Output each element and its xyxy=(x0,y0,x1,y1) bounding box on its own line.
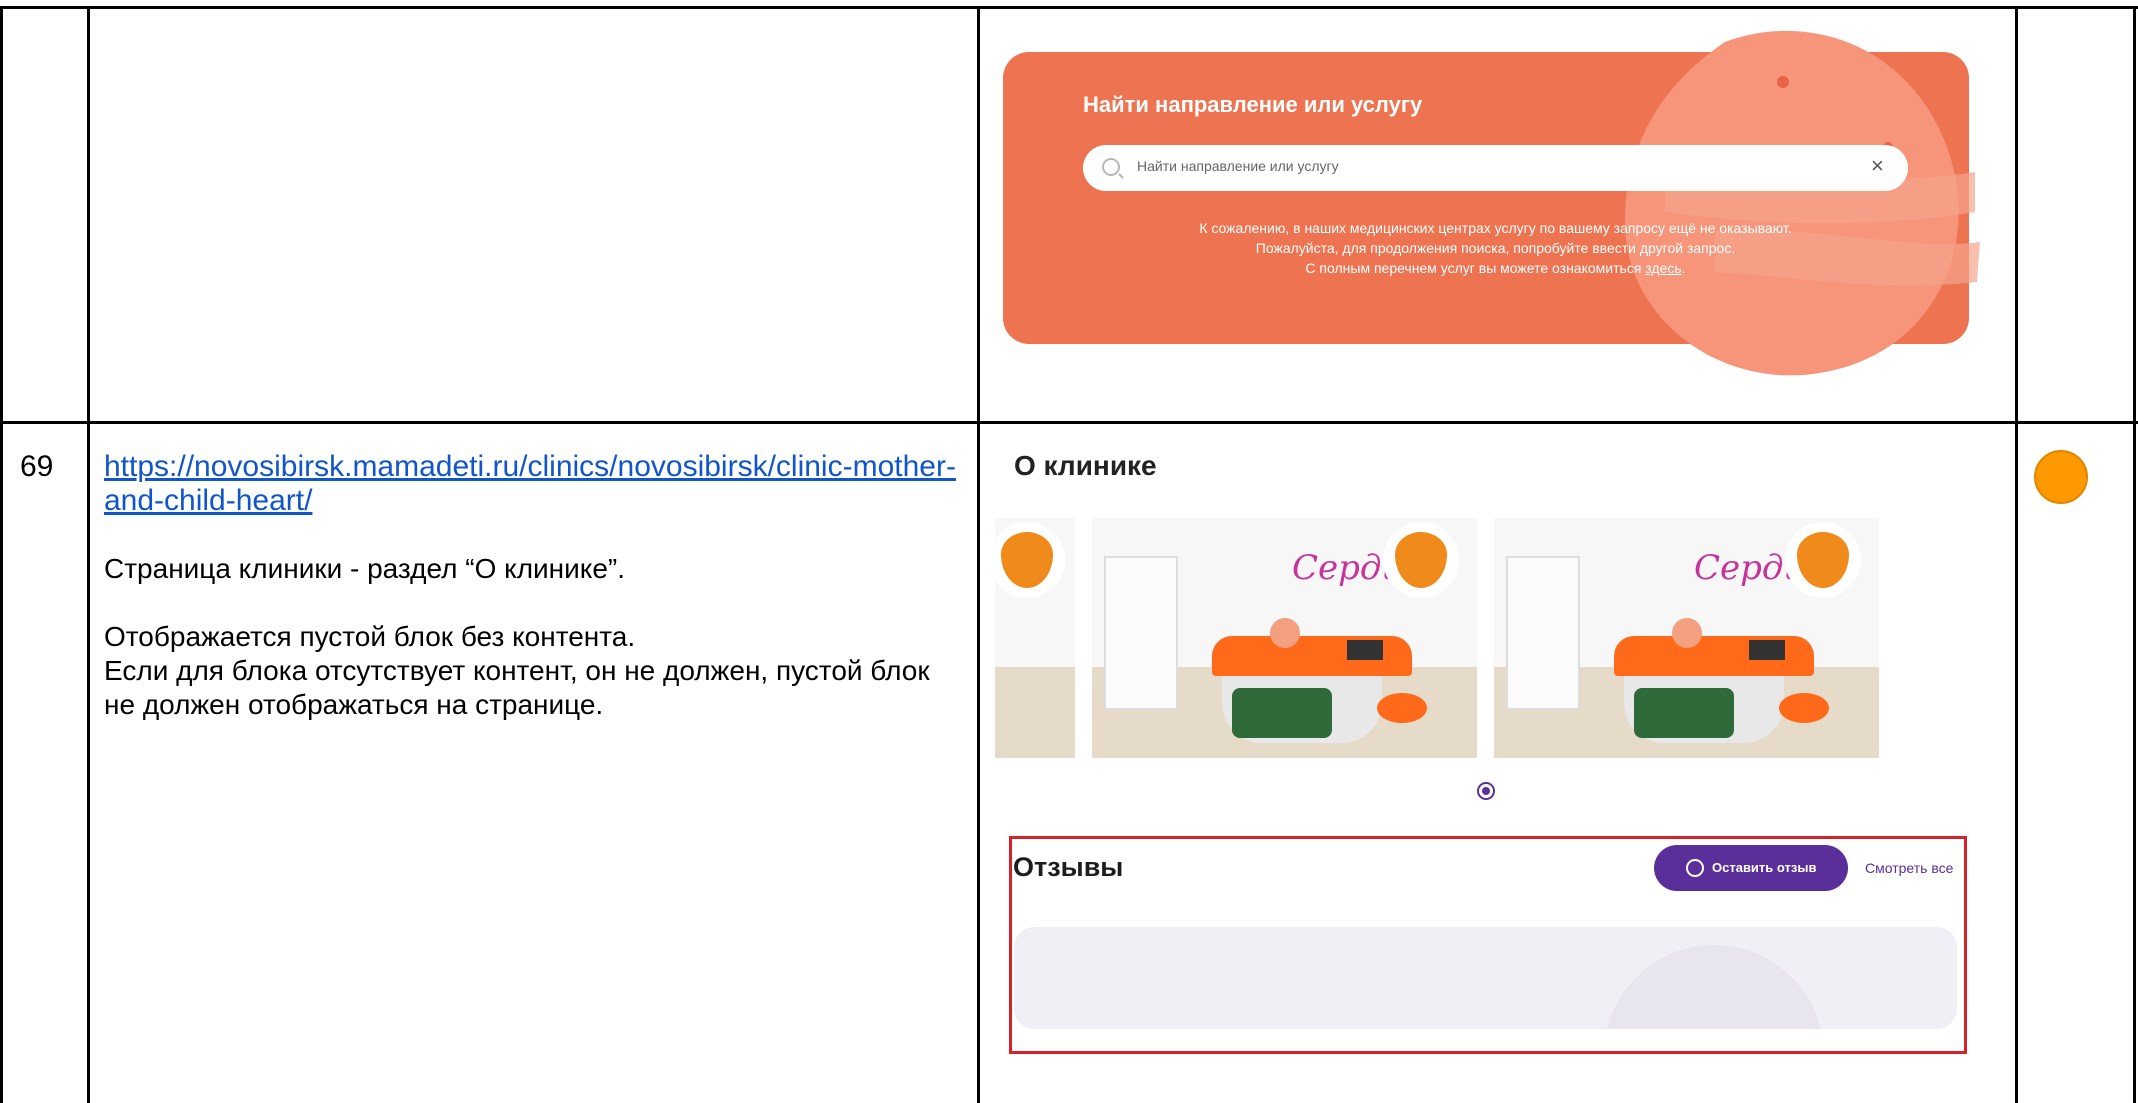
chat-bubble-icon xyxy=(1686,859,1704,877)
carousel-dot[interactable] xyxy=(1477,782,1495,800)
clinic-url-link[interactable]: https://novosibirsk.mamadeti.ru/clinics/… xyxy=(104,450,964,518)
row-number: 69 xyxy=(20,450,54,483)
column-border-3 xyxy=(977,6,980,1103)
clear-icon[interactable]: × xyxy=(1871,154,1884,178)
column-border-2 xyxy=(87,6,90,1103)
description-line-3: Если для блока отсутствует контент, он н… xyxy=(104,655,930,720)
heart-logo-icon xyxy=(1785,522,1861,598)
gallery-photo[interactable]: Сердце xyxy=(1092,518,1477,758)
column-border-1 xyxy=(0,6,3,1103)
table-top-border xyxy=(0,6,2138,9)
status-indicator xyxy=(2034,450,2088,504)
see-all-link[interactable]: Смотреть все xyxy=(1865,860,1953,876)
search-placeholder: Найти направление или услугу xyxy=(1137,158,1339,174)
bug-description: Страница клиники - раздел “О клинике”. О… xyxy=(104,552,964,722)
row-divider xyxy=(0,421,2138,424)
search-icon xyxy=(1102,158,1120,176)
bird-illustration xyxy=(1625,30,1980,376)
no-results-message: К сожалению, в наших медицинских центрах… xyxy=(1103,218,1888,278)
gallery-photo-partial[interactable] xyxy=(995,518,1075,758)
empty-reviews-block xyxy=(1014,927,1957,1029)
search-banner-title: Найти направление или услугу xyxy=(1083,92,1423,117)
column-border-5 xyxy=(2133,6,2136,1103)
no-results-line-1: К сожалению, в наших медицинских центрах… xyxy=(1199,220,1792,236)
leave-review-label: Оставить отзыв xyxy=(1712,860,1817,875)
bird-watermark-icon xyxy=(1604,945,1824,1029)
heart-logo-icon xyxy=(1383,522,1459,598)
about-clinic-title: О клинике xyxy=(1014,450,1157,481)
services-list-link[interactable]: здесь xyxy=(1645,260,1681,276)
no-results-line-3-text: С полным перечнем услуг вы можете ознако… xyxy=(1305,260,1646,276)
description-line-2: Отображается пустой блок без контента. xyxy=(104,621,636,652)
no-results-line-2: Пожалуйста, для продолжения поиска, попр… xyxy=(1255,240,1736,256)
no-results-line-3: С полным перечнем услуг вы можете ознако… xyxy=(1103,258,1888,278)
description-line-1: Страница клиники - раздел “О клинике”. xyxy=(104,553,626,584)
column-border-4 xyxy=(2015,6,2018,1103)
reviews-title: Отзывы xyxy=(1013,852,1124,882)
no-results-line-3-end: . xyxy=(1681,260,1686,276)
gallery-photo[interactable]: Сердце xyxy=(1494,518,1879,758)
